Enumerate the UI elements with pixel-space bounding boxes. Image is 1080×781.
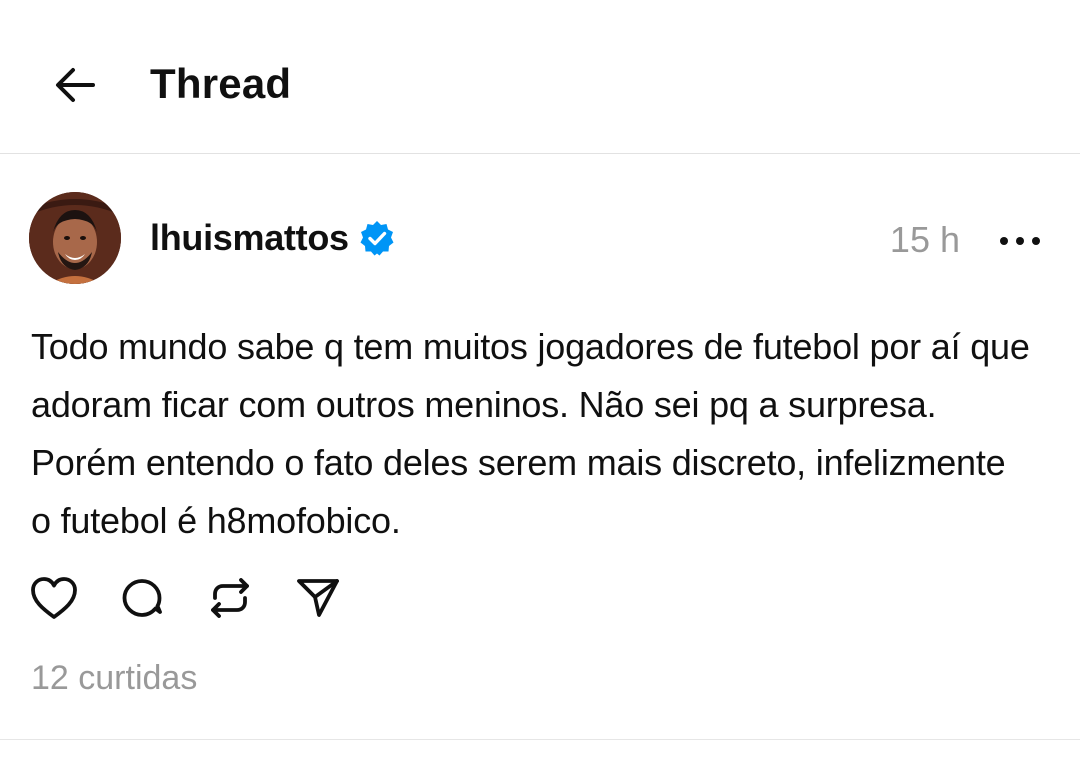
back-button[interactable] [44,54,106,116]
repost-icon [211,578,249,618]
likes-count[interactable]: 12 curtidas [31,655,197,701]
share-icon [297,579,339,617]
post-body: Todo mundo sabe q tem muitos jogadores d… [31,326,1030,541]
action-bar [28,573,380,623]
reply-button[interactable] [116,572,168,624]
page-title: Thread [150,60,292,107]
like-button[interactable] [28,572,80,624]
avatar[interactable] [29,192,121,284]
author-row: lhuismattos [150,215,395,261]
top-bar: Thread [0,0,1080,154]
heart-icon [31,577,77,619]
comment-icon [122,579,162,617]
thread-post: lhuismattos 15 h Todo mundo sabe q tem m… [0,155,1080,740]
post-time: 15 h [889,219,960,260]
more-horizontal-icon [1000,237,1040,245]
verified-badge-icon [359,220,395,256]
username[interactable]: lhuismattos [150,215,349,261]
repost-button[interactable] [204,572,256,624]
share-button[interactable] [292,572,344,624]
more-options-button[interactable] [996,221,1044,261]
arrow-left-icon [56,68,95,102]
